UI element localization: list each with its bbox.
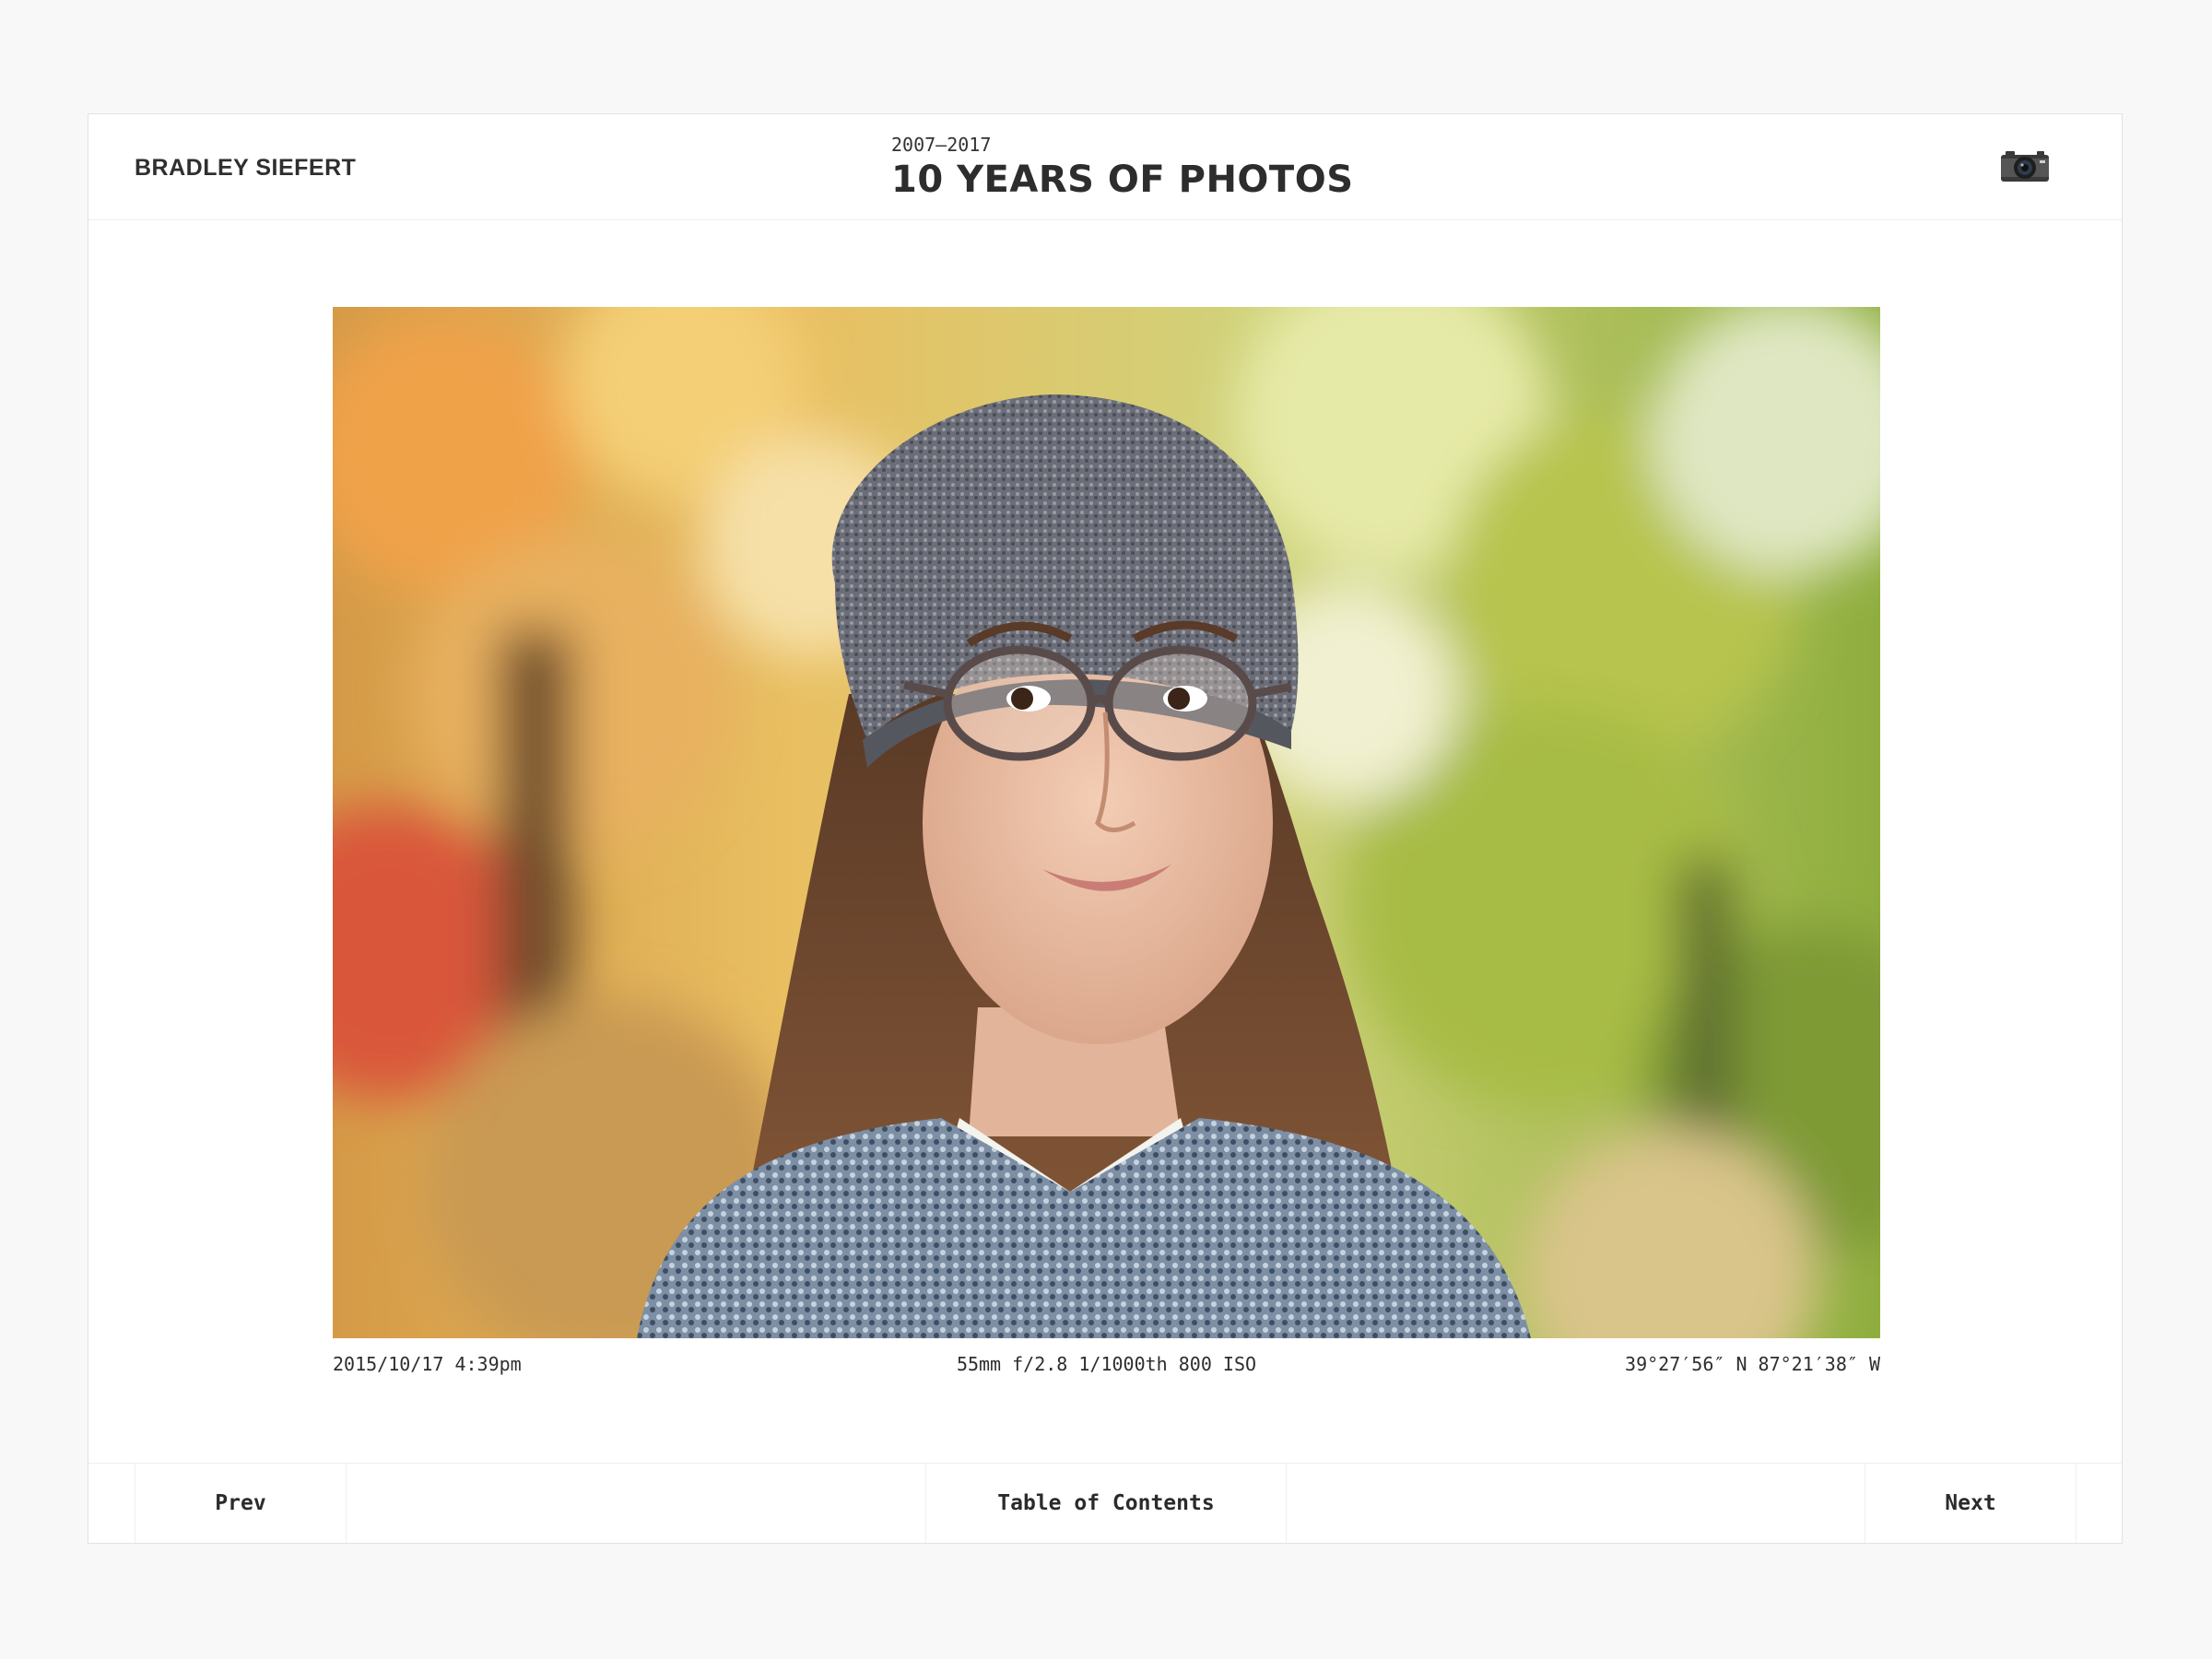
page-title: 10 YEARS OF PHOTOS (891, 159, 1354, 201)
year-range: 2007–2017 (891, 134, 992, 156)
prev-button[interactable]: Prev (135, 1464, 347, 1543)
camera-icon[interactable] (2000, 149, 2050, 182)
portrait-photo[interactable] (333, 307, 1880, 1338)
photo-card: BRADLEY SIEFERT 2007–2017 10 YEARS OF PH… (88, 113, 2123, 1544)
photo-coordinates: 39°27′56″ N 87°21′38″ W (1625, 1353, 1880, 1375)
header: BRADLEY SIEFERT 2007–2017 10 YEARS OF PH… (88, 114, 2122, 220)
next-button[interactable]: Next (1865, 1464, 2077, 1543)
author-name[interactable]: BRADLEY SIEFERT (135, 155, 356, 182)
photo-metadata: 2015/10/17 4:39pm 55mm f/2.8 1/1000th 80… (333, 1353, 1880, 1381)
footer-nav: Prev Table of Contents Next (88, 1463, 2122, 1543)
table-of-contents-link[interactable]: Table of Contents (925, 1464, 1287, 1543)
title-block: 2007–2017 10 YEARS OF PHOTOS (891, 134, 1354, 202)
